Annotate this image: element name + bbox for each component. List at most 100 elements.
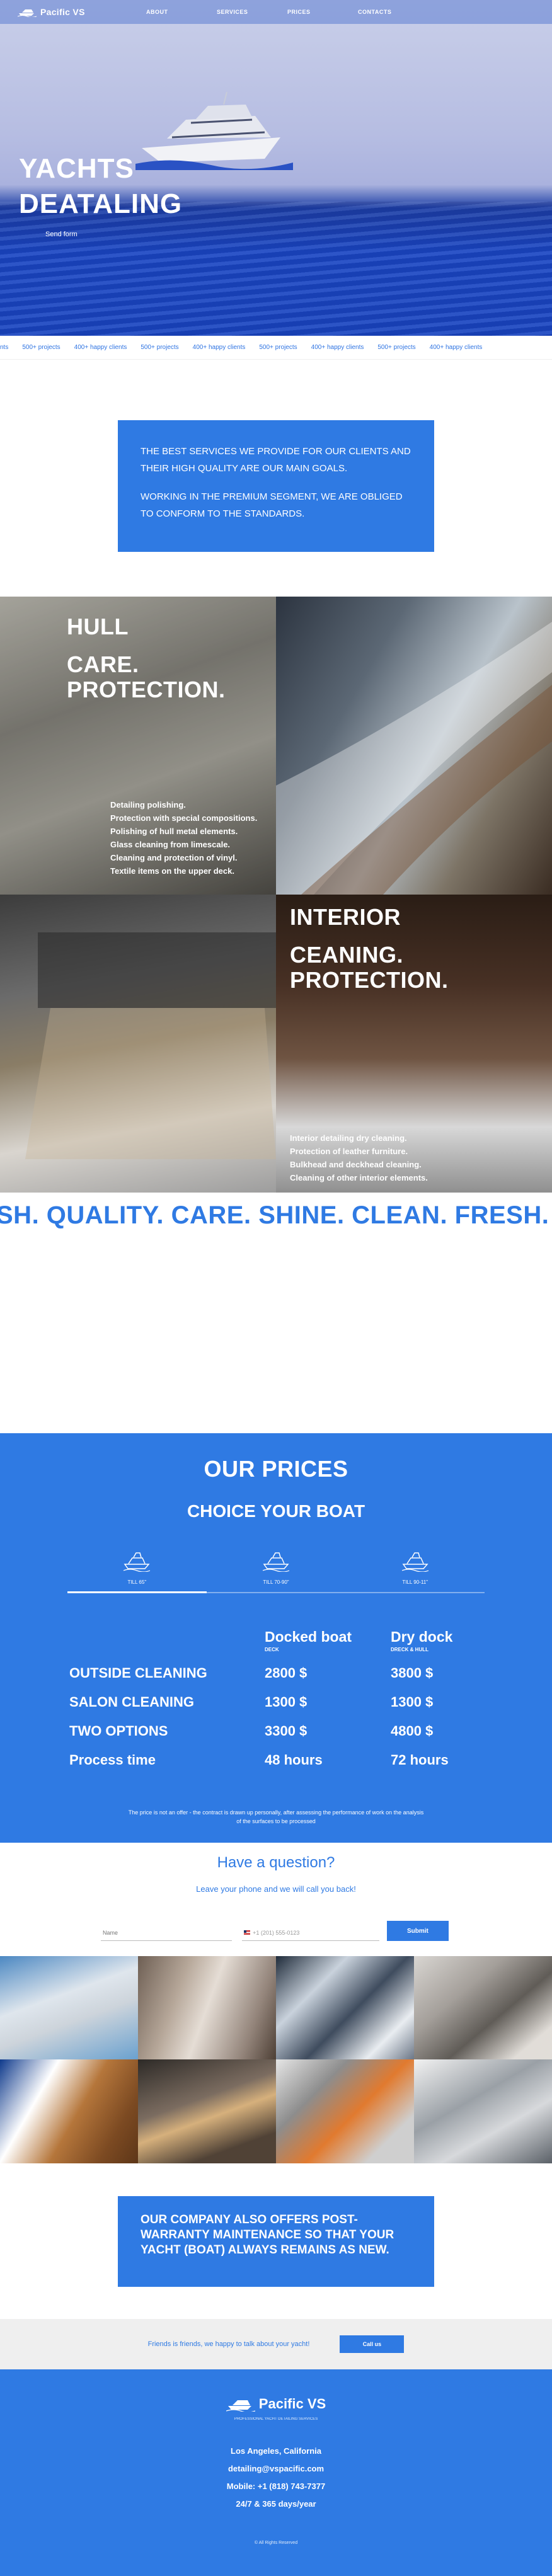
brush-shape	[25, 932, 276, 1159]
tab-label: TILL 90-11"	[402, 1579, 428, 1585]
col-dry-dock: Dry dock DRECK & HULL	[391, 1629, 498, 1652]
submit-button[interactable]: Submit	[386, 1921, 449, 1941]
ticker-item: nts	[0, 344, 9, 351]
stats-ticker: nts 500+ projects 400+ happy clients 500…	[0, 336, 552, 360]
call-text: Friends is friends, we happy to talk abo…	[147, 2340, 310, 2348]
list-item: Protection of leather furniture.	[290, 1147, 408, 1156]
price-dry: 3800 $	[391, 1665, 434, 1681]
disclaimer-line: The price is not an offer - the contract…	[128, 1809, 424, 1816]
hero-title: YACHTS DEATALING	[19, 151, 182, 222]
hull-title-line3: PROTECTION.	[67, 677, 226, 702]
hull-title-line2: CARE.	[67, 651, 139, 677]
warranty-section: OUR COMPANY ALSO OFFERS POST-WARRANTY MA…	[0, 2163, 552, 2319]
nav-contacts[interactable]: CONTACTS	[358, 9, 428, 15]
ticker-item: 400+ happy clients	[74, 344, 127, 351]
marquee-text: SH. QUALITY. CARE. SHINE. CLEAN. FRESH. …	[0, 1201, 552, 1229]
footer-city: Los Angeles, California	[231, 2446, 321, 2456]
footer-logo[interactable]: Pacific VS	[0, 2396, 552, 2412]
gallery-photo	[414, 1956, 552, 2059]
hull-title: HULL CARE. PROTECTION.	[67, 614, 226, 702]
row-label: TWO OPTIONS	[69, 1723, 168, 1739]
gallery-photo	[276, 1956, 414, 2059]
nav-prices[interactable]: PRICES	[287, 9, 358, 15]
footer-copyright: © All Rights Reserved	[254, 2541, 298, 2545]
boat-icon	[262, 1552, 290, 1572]
prices-title: OUR PRICES	[204, 1456, 348, 1482]
hull-title-line1: HULL	[67, 614, 129, 639]
price-docked: 3300 $	[265, 1723, 308, 1739]
tab-label: TILL 70-90"	[263, 1579, 289, 1585]
gallery-photo	[276, 2059, 414, 2163]
ticker-item: 500+ projects	[259, 344, 297, 351]
ticker-item: 500+ projects	[22, 344, 60, 351]
list-item: Cleaning of other interior elements.	[290, 1173, 428, 1182]
tab-till-90-11[interactable]: TILL 90-11"	[345, 1547, 485, 1592]
boat-icon	[401, 1552, 428, 1572]
boat-icon	[124, 1552, 151, 1572]
price-row: TWO OPTIONS 3300 $ 4800 $	[69, 1723, 498, 1739]
header-empty	[69, 1629, 265, 1652]
logo-text: Pacific VS	[40, 7, 85, 17]
row-label: OUTSIDE CLEANING	[69, 1665, 207, 1681]
slogan-marquee: SH. QUALITY. CARE. SHINE. CLEAN. FRESH. …	[0, 1193, 552, 1238]
row-label: SALON CLEANING	[69, 1694, 194, 1710]
list-item: Bulkhead and deckhead cleaning.	[290, 1160, 422, 1169]
price-table: Docked boat DECK Dry dock DRECK & HULL O…	[69, 1629, 498, 1768]
col-title: Docked boat	[265, 1629, 352, 1645]
col-subtitle: DECK	[265, 1647, 279, 1652]
interior-title-line2: CEANING.	[290, 942, 404, 968]
hull-services-list: Detailing polishing. Protection with spe…	[110, 798, 257, 878]
gallery-photo	[138, 2059, 276, 2163]
footer-tagline: PROFESSIONAL YACHT DETAILING SERVICES	[234, 2417, 318, 2421]
price-docked: 48 hours	[265, 1752, 323, 1768]
hull-care-tile: HULL CARE. PROTECTION. Detailing polishi…	[0, 597, 276, 895]
col-docked-boat: Docked boat DECK	[265, 1629, 391, 1652]
nav-services[interactable]: SERVICES	[217, 9, 287, 15]
ticker-item: 400+ happy clients	[311, 344, 364, 351]
call-us-button[interactable]: Call us	[340, 2335, 405, 2353]
hero-title-line1: YACHTS	[19, 153, 134, 184]
price-row: SALON CLEANING 1300 $ 1300 $	[69, 1694, 498, 1710]
yacht-deck-shape	[276, 622, 552, 895]
price-docked: 2800 $	[265, 1665, 308, 1681]
interior-cleaning-tile: INTERIOR CEANING. PROTECTION. Interior d…	[276, 895, 552, 1193]
services-grid: HULL CARE. PROTECTION. Detailing polishi…	[0, 597, 552, 1193]
ticker-item: 400+ happy clients	[429, 344, 483, 351]
footer-logo-text: Pacific VS	[258, 2396, 326, 2412]
send-form-link[interactable]: Send form	[45, 231, 78, 238]
footer-hours: 24/7 & 365 days/year	[236, 2499, 316, 2509]
list-item: Textile items on the upper deck.	[110, 866, 234, 876]
prices-section: OUR PRICES CHOICE YOUR BOAT TILL 65" TIL…	[0, 1433, 552, 1843]
gallery-photo	[414, 2059, 552, 2163]
logo[interactable]: Pacific VS	[18, 7, 85, 17]
disclaimer-line: of the surfaces to be processed	[236, 1818, 316, 1824]
footer: Pacific VS PROFESSIONAL YACHT DETAILING …	[0, 2369, 552, 2576]
gallery-photo	[0, 1956, 138, 2059]
footer-phone[interactable]: Mobile: +1 (818) 743-7377	[0, 2482, 552, 2491]
price-row: Process time 48 hours 72 hours	[69, 1752, 498, 1768]
footer-email[interactable]: detailing@vspacific.com	[0, 2464, 552, 2473]
name-input[interactable]	[101, 1925, 233, 1941]
ticker-item: 500+ projects	[141, 344, 179, 351]
price-docked: 1300 $	[265, 1694, 308, 1710]
price-dry: 1300 $	[391, 1694, 434, 1710]
tab-label: TILL 65"	[127, 1579, 147, 1585]
tab-till-65[interactable]: TILL 65"	[67, 1547, 207, 1593]
list-item: Polishing of hull metal elements.	[110, 827, 238, 836]
tab-till-70-90[interactable]: TILL 70-90"	[207, 1547, 346, 1592]
gallery-photo	[138, 1956, 276, 2059]
photo-gallery	[0, 1956, 552, 2163]
list-item: Detailing polishing.	[110, 800, 186, 810]
price-disclaimer: The price is not an offer - the contract…	[0, 1808, 552, 1826]
list-item: Interior detailing dry cleaning.	[290, 1133, 407, 1143]
interior-title: INTERIOR CEANING. PROTECTION.	[290, 905, 449, 993]
list-item: Cleaning and protection of vinyl.	[110, 853, 238, 862]
interior-services-list: Interior detailing dry cleaning. Protect…	[290, 1131, 428, 1184]
interior-title-line3: PROTECTION.	[290, 967, 449, 993]
question-subtitle: Leave your phone and we will call you ba…	[196, 1884, 356, 1894]
price-dry: 72 hours	[391, 1752, 449, 1768]
nav-about[interactable]: ABOUT	[146, 9, 217, 15]
list-item: Protection with special compositions.	[110, 813, 258, 823]
phone-input[interactable]: +1 (201) 555-0123	[242, 1925, 379, 1941]
ticker-item: 400+ happy clients	[192, 344, 246, 351]
